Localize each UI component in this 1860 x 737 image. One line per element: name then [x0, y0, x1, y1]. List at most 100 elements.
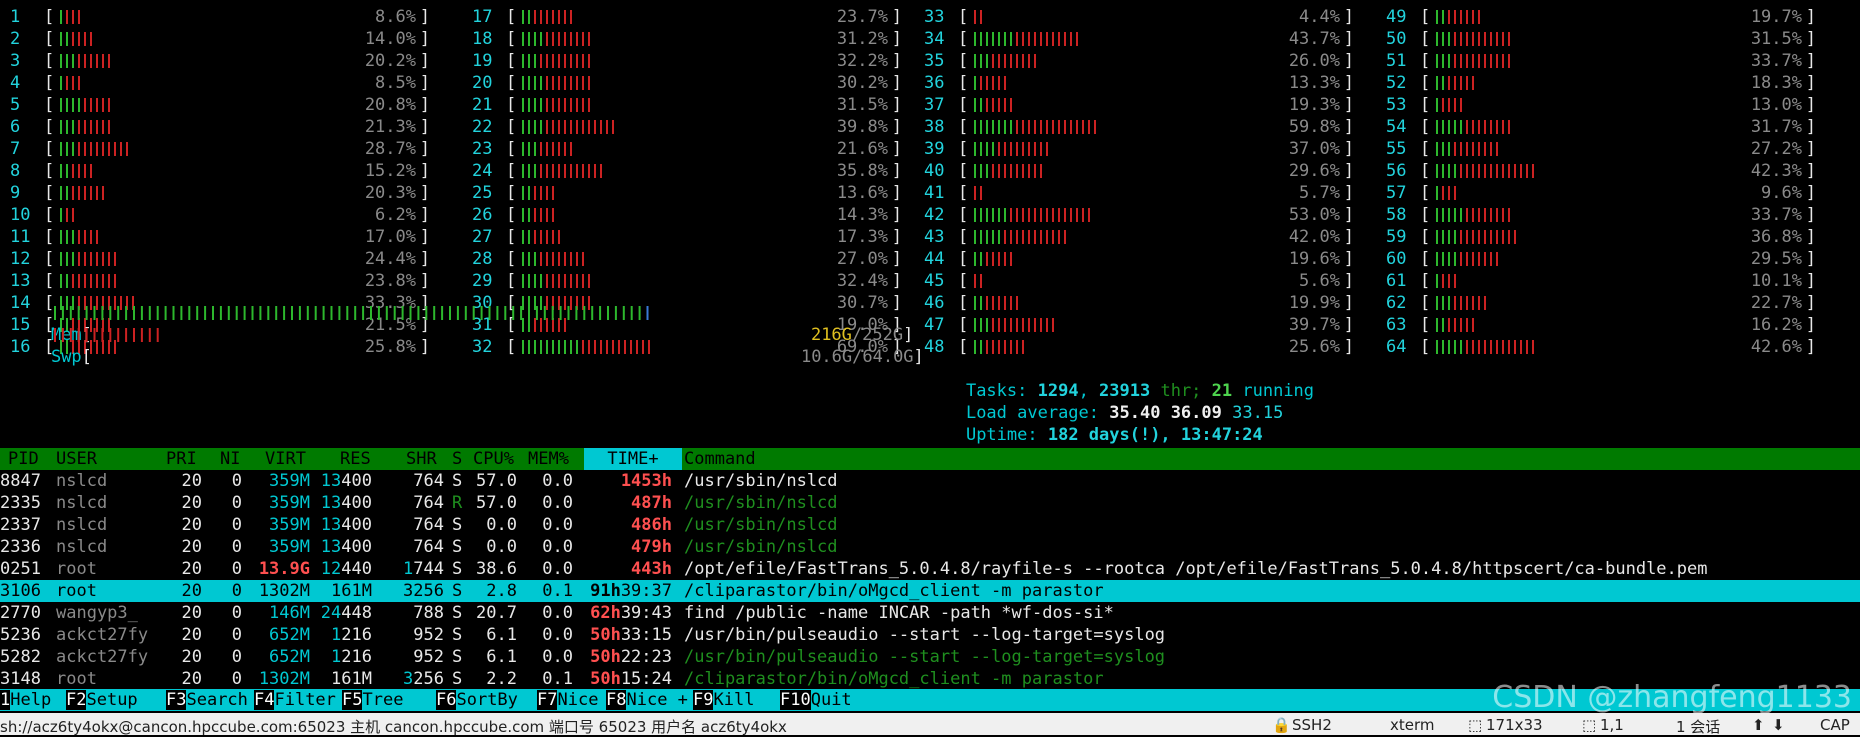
cpu-tick-kernel — [1520, 164, 1522, 178]
cpu-tick-normal — [534, 120, 536, 134]
process-row[interactable]: 2337 nslcd 20 0 359M 13400 764 S 0.0 0.0 486h/usr/… — [0, 514, 1860, 536]
col-mem[interactable]: MEM% — [528, 448, 569, 470]
user: nslcd — [56, 537, 108, 557]
cpu-tick-kernel — [72, 208, 74, 222]
cpu-tick-kernel — [96, 120, 98, 134]
process-row[interactable]: 5236 ackct27fy 20 0 652M 1216 952 S 6.1 0.0 50h33:… — [0, 624, 1860, 646]
cpu-tick-kernel — [546, 318, 548, 332]
cpu-tick-kernel — [1508, 340, 1510, 354]
cpu-usage-bar — [974, 296, 1018, 310]
col-pri[interactable]: PRI — [166, 448, 197, 470]
fkey-search[interactable]: F3Search — [166, 689, 248, 711]
col-pid[interactable]: PID — [8, 448, 39, 470]
cpu-tick-kernel — [1040, 318, 1042, 332]
cpu-tick-kernel — [1070, 120, 1072, 134]
cpu-tick-kernel — [1454, 10, 1456, 24]
cpu-tick-normal — [522, 208, 524, 222]
cpu-tick-kernel — [1034, 318, 1036, 332]
cpu-tick-normal — [1442, 76, 1444, 90]
cpu-tick-normal — [974, 340, 976, 354]
up-arrow-icon[interactable]: ⬆ — [1752, 716, 1765, 734]
pid: 3106 — [0, 581, 41, 601]
cpu-tick-kernel — [1496, 32, 1498, 46]
cpu-tick-kernel — [986, 76, 988, 90]
cpu-percent: 21.3% — [364, 117, 416, 137]
cpu-usage-bar — [1436, 208, 1510, 222]
fkey-sortby[interactable]: F6SortBy — [436, 689, 518, 711]
cpu-tick-kernel — [1010, 142, 1012, 156]
mem-tick — [259, 306, 262, 320]
cpu-number: 23 — [472, 139, 493, 159]
cpu-percent: 20.7 — [476, 603, 517, 623]
cpu-tick-kernel — [1028, 164, 1030, 178]
fkey-kill[interactable]: F9Kill — [693, 689, 754, 711]
process-row-selected[interactable]: 3106 root 20 0 1302M 161M 3256 S 2.8 0.1 91h39:37 /… — [0, 580, 1860, 602]
cpu-percent: 39.8% — [836, 117, 888, 137]
cpu-tick-kernel — [1478, 296, 1480, 310]
user: nslcd — [56, 493, 108, 513]
cpu-tick-kernel — [974, 10, 976, 24]
cpu-tick-kernel — [1004, 296, 1006, 310]
col-s[interactable]: S — [452, 448, 462, 470]
cpu-usage-bar — [974, 32, 1078, 46]
cpu-tick-kernel — [534, 208, 536, 222]
shared-memory: 764 — [413, 493, 444, 513]
cpu-time: 91h39:37 — [590, 581, 672, 601]
cpu-tick-kernel — [96, 230, 98, 244]
cpu-tick-normal — [1436, 340, 1438, 354]
cpu-time: 487h — [631, 493, 672, 513]
process-row[interactable]: 8847 nslcd 20 0 359M 13400 764 S 57.0 0.0 1453h/us… — [0, 470, 1860, 492]
fkey-help[interactable]: 1Help — [0, 689, 51, 711]
cpu-tick-kernel — [986, 98, 988, 112]
col-cpu[interactable]: CPU% — [473, 448, 514, 470]
state: S — [452, 625, 463, 645]
cpu-tick-kernel — [992, 318, 994, 332]
col-time-sorted[interactable]: TIME+ — [584, 448, 682, 470]
cpu-tick-kernel — [1460, 10, 1462, 24]
mem-tick — [172, 306, 175, 320]
fkey-filter[interactable]: F4Filter — [254, 689, 336, 711]
col-user[interactable]: USER — [56, 448, 97, 470]
process-row[interactable]: 2770 wangyp3_ 20 0 146M 24448 788 S 20.7 0.0 62h39… — [0, 602, 1860, 624]
cpu-tick-kernel — [974, 186, 976, 200]
cpu-percent: 4.4% — [1299, 7, 1340, 27]
process-row[interactable]: 5282 ackct27fy 20 0 652M 1216 952 S 6.1 0.0 50h22:… — [0, 646, 1860, 668]
fkey-quit[interactable]: F10Quit — [780, 689, 852, 711]
process-row[interactable]: 2335 nslcd 20 0 359M 13400 764 R 57.0 0.0 487h/usr… — [0, 492, 1860, 514]
col-command[interactable]: Command — [684, 448, 756, 470]
process-row[interactable]: 2336 nslcd 20 0 359M 13400 764 S 0.0 0.0 479h/usr/… — [0, 536, 1860, 558]
col-res[interactable]: RES — [340, 448, 371, 470]
cpu-tick-kernel — [1508, 164, 1510, 178]
cpu-tick-kernel — [576, 98, 578, 112]
cpu-number: 13 — [10, 271, 31, 291]
fkey-tree[interactable]: F5Tree — [342, 689, 403, 711]
cpu-tick-kernel — [1460, 98, 1462, 112]
cpu-tick-normal — [1436, 186, 1438, 200]
cpu-tick-normal — [528, 142, 530, 156]
cpu-tick-kernel — [558, 252, 560, 266]
process-row[interactable]: 0251 root 20 0 13.9G 12440 1744 S 38.6 0.0 443h/op… — [0, 558, 1860, 580]
process-table-header: PID USER PRI NI VIRT RES SHR S CPU% MEM%… — [0, 448, 1860, 470]
col-ni[interactable]: NI — [220, 448, 240, 470]
cpu-tick-normal — [72, 54, 74, 68]
cpu-number: 28 — [472, 249, 493, 269]
fkey-setup[interactable]: F2Setup — [66, 689, 138, 711]
cpu-meter-38: 38[59.8%] — [924, 117, 1354, 137]
down-arrow-icon[interactable]: ⬇ — [1772, 716, 1785, 734]
cpu-meter-7: 7[28.7%] — [10, 139, 430, 159]
cpu-tick-normal — [1436, 32, 1438, 46]
cpu-tick-normal — [986, 230, 988, 244]
mem-tick — [409, 306, 412, 320]
col-virt[interactable]: VIRT — [265, 448, 306, 470]
cpu-meter-59: 59[36.8%] — [1386, 227, 1816, 247]
cpu-tick-kernel — [1472, 164, 1474, 178]
cpu-tick-normal — [534, 164, 536, 178]
cpu-tick-normal — [1436, 10, 1438, 24]
resident-memory: 12440 — [320, 559, 372, 579]
col-shr[interactable]: SHR — [406, 448, 437, 470]
fkey-nice[interactable]: F8Nice + — [606, 689, 688, 711]
cpu-percent: 18.3% — [1750, 73, 1802, 93]
cpu-tick-kernel — [1052, 318, 1054, 332]
state: S — [452, 669, 463, 689]
cpu-tick-kernel — [564, 98, 566, 112]
